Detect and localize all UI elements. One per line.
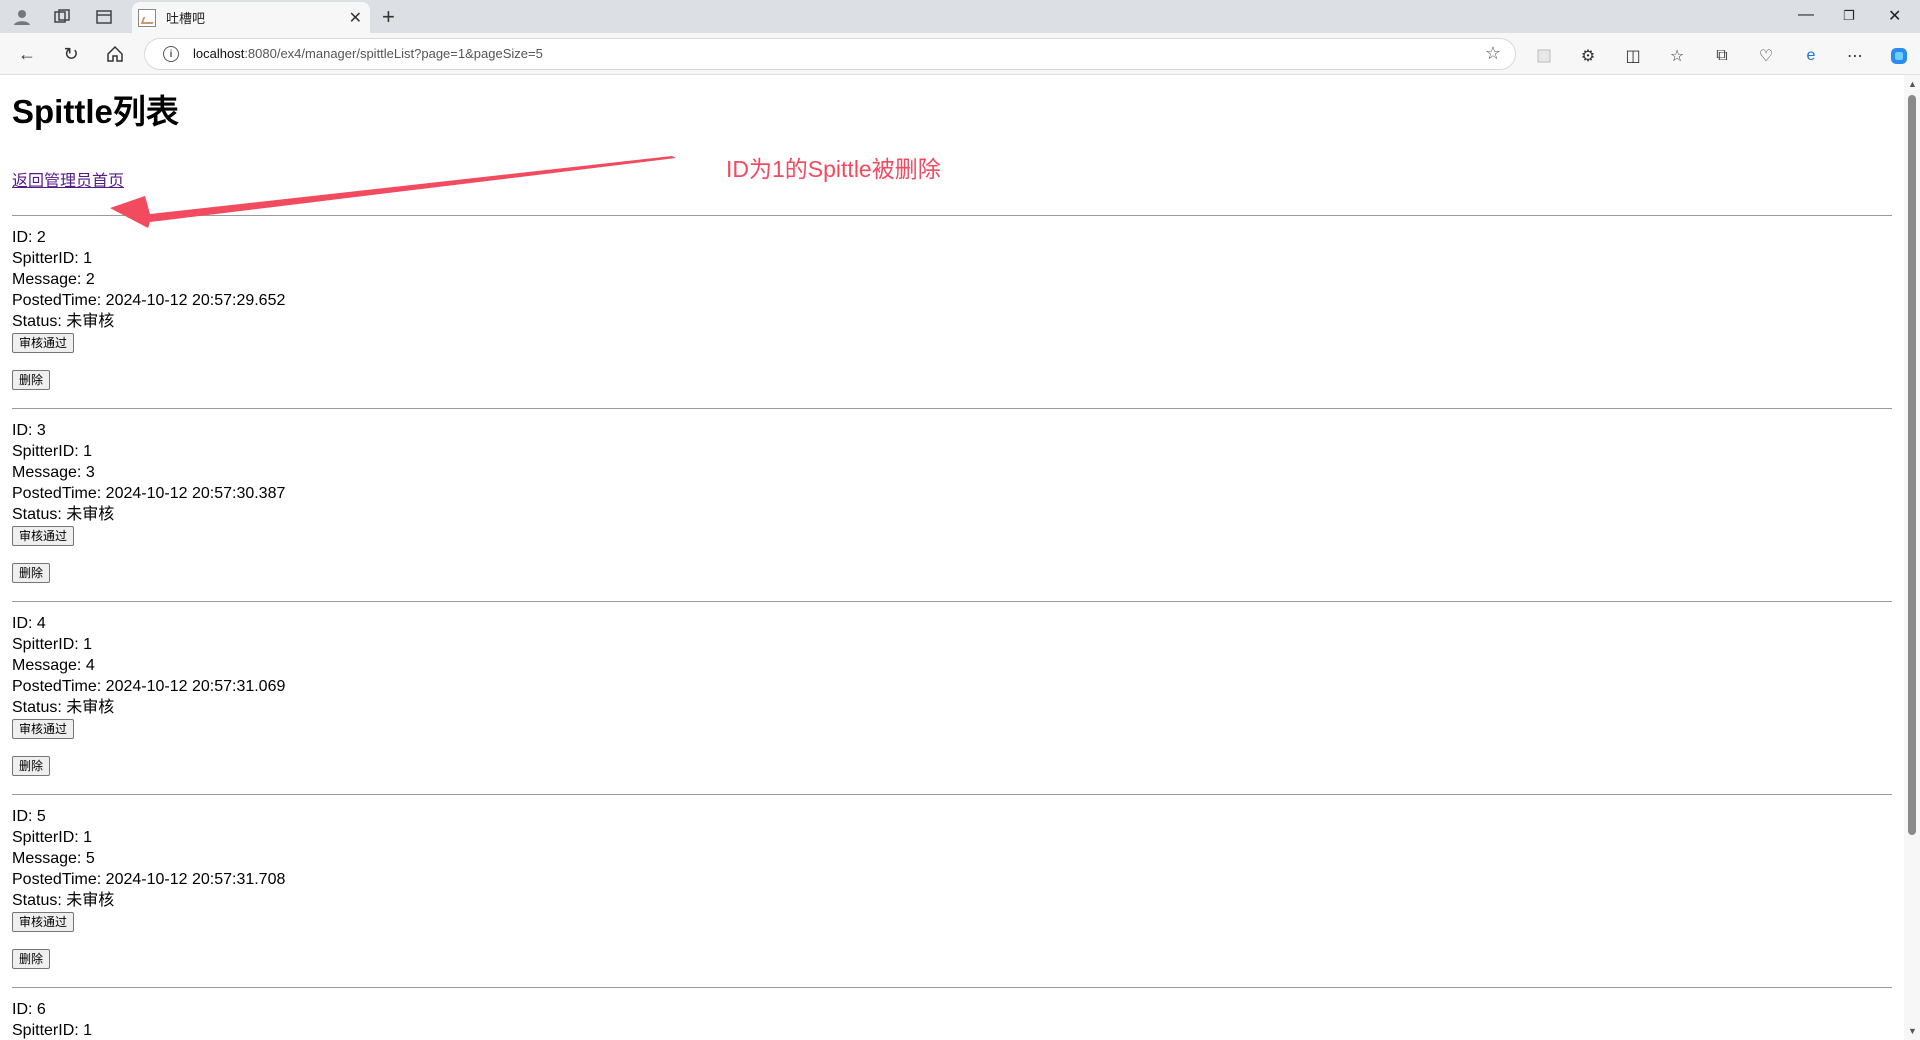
restore-icon[interactable]: ❐ (1843, 8, 1855, 24)
extensions-puzzle-icon[interactable]: ⚙ (1576, 44, 1600, 68)
copilot-icon[interactable] (1887, 44, 1911, 68)
spittle-entry: ID: 5 SpitterID: 1 Message: 5 PostedTime… (12, 794, 1892, 969)
entry-posted-time: PostedTime: 2024-10-12 20:57:31.708 (12, 871, 286, 888)
tab-title: 吐槽吧 (166, 11, 206, 26)
back-to-admin-home-link[interactable]: 返回管理员首页 (12, 167, 124, 191)
entry-spitter-id: SpitterID: 1 (12, 443, 93, 460)
entry-message: Message: 5 (12, 850, 95, 867)
entry-status: Status: 未审核 (12, 313, 115, 330)
extension-icon[interactable] (1532, 44, 1556, 68)
scroll-down-icon[interactable]: ▼ (1908, 1026, 1917, 1036)
tab-favicon-icon (138, 8, 156, 27)
entry-message: Message: 3 (12, 464, 95, 481)
approve-button[interactable]: 审核通过 (12, 526, 75, 546)
close-window-icon[interactable]: ✕ (1888, 6, 1901, 26)
browser-essentials-icon[interactable]: ♡ (1754, 44, 1778, 68)
delete-button[interactable]: 删除 (12, 563, 51, 583)
more-menu-icon[interactable]: ⋯ (1843, 44, 1867, 68)
page-scrollbar[interactable]: ▲ ▼ (1904, 75, 1920, 1040)
divider (12, 601, 1892, 602)
divider (12, 408, 1892, 409)
collections-icon[interactable]: ⧉ (1710, 44, 1734, 68)
entry-status: Status: 未审核 (12, 892, 115, 909)
workspaces-icon[interactable] (50, 5, 74, 29)
favorites-icon[interactable]: ☆ (1665, 44, 1689, 68)
page-viewport: Spittle列表 返回管理员首页 ID: 2 SpitterID: 1 Mes… (0, 75, 1904, 1040)
spittle-entry: ID: 3 SpitterID: 1 Message: 3 PostedTime… (12, 408, 1892, 583)
tab-active[interactable]: 吐槽吧 ✕ (132, 2, 370, 33)
entry-id: ID: 3 (12, 422, 46, 439)
entry-message: Message: 2 (12, 271, 95, 288)
entry-posted-time: PostedTime: 2024-10-12 20:57:31.069 (12, 678, 286, 695)
home-icon[interactable] (102, 41, 128, 67)
back-icon[interactable]: ← (14, 41, 40, 67)
refresh-icon[interactable]: ↻ (58, 41, 84, 67)
url-text[interactable]: localhost:8080/ex4/manager/spittleList?p… (193, 46, 543, 61)
scroll-up-icon[interactable]: ▲ (1908, 79, 1917, 89)
favorite-star-icon[interactable]: ☆ (1485, 43, 1501, 64)
entry-spitter-id: SpitterID: 1 (12, 636, 93, 653)
entry-id: ID: 5 (12, 808, 46, 825)
delete-button[interactable]: 删除 (12, 370, 51, 390)
entry-id: ID: 2 (12, 229, 46, 246)
minimize-icon[interactable]: — (1798, 6, 1814, 24)
entry-posted-time: PostedTime: 2024-10-12 20:57:29.652 (12, 292, 286, 309)
delete-button[interactable]: 删除 (12, 756, 51, 776)
site-info-icon[interactable]: i (163, 46, 179, 62)
tab-strip: 吐槽吧 ✕ + — ❐ ✕ (0, 0, 1920, 33)
entry-spitter-id: SpitterID: 1 (12, 250, 93, 267)
tab-actions-icon[interactable] (92, 5, 116, 29)
entry-message: Message: 4 (12, 657, 95, 674)
approve-button[interactable]: 审核通过 (12, 912, 75, 932)
entry-status: Status: 未审核 (12, 699, 115, 716)
entry-posted-time: PostedTime: 2024-10-12 20:57:30.387 (12, 485, 286, 502)
annotation-text: ID为1的Spittle被删除 (726, 156, 941, 182)
scrollbar-thumb[interactable] (1908, 95, 1916, 835)
entry-status: Status: 未审核 (12, 506, 115, 523)
spittle-entry: ID: 4 SpitterID: 1 Message: 4 PostedTime… (12, 601, 1892, 776)
edge-ext-icon[interactable]: e (1799, 44, 1823, 68)
spittle-entry: ID: 6 SpitterID: 1 (12, 987, 1892, 1040)
entry-spitter-id: SpitterID: 1 (12, 829, 93, 846)
page-title: Spittle列表 (12, 93, 179, 130)
entry-id: ID: 6 (12, 1001, 46, 1018)
split-screen-icon[interactable]: ◫ (1621, 44, 1645, 68)
entry-id: ID: 4 (12, 615, 46, 632)
new-tab-icon[interactable]: + (382, 4, 395, 30)
entry-spitter-id: SpitterID: 1 (12, 1022, 93, 1039)
close-tab-icon[interactable]: ✕ (349, 8, 362, 28)
divider (12, 215, 1892, 216)
divider (12, 794, 1892, 795)
spittle-entry: ID: 2 SpitterID: 1 Message: 2 PostedTime… (12, 215, 1892, 390)
address-bar[interactable]: i localhost:8080/ex4/manager/spittleList… (144, 38, 1516, 70)
approve-button[interactable]: 审核通过 (12, 719, 75, 739)
profile-icon[interactable] (10, 5, 34, 29)
delete-button[interactable]: 删除 (12, 949, 51, 969)
approve-button[interactable]: 审核通过 (12, 333, 75, 353)
divider (12, 987, 1892, 988)
